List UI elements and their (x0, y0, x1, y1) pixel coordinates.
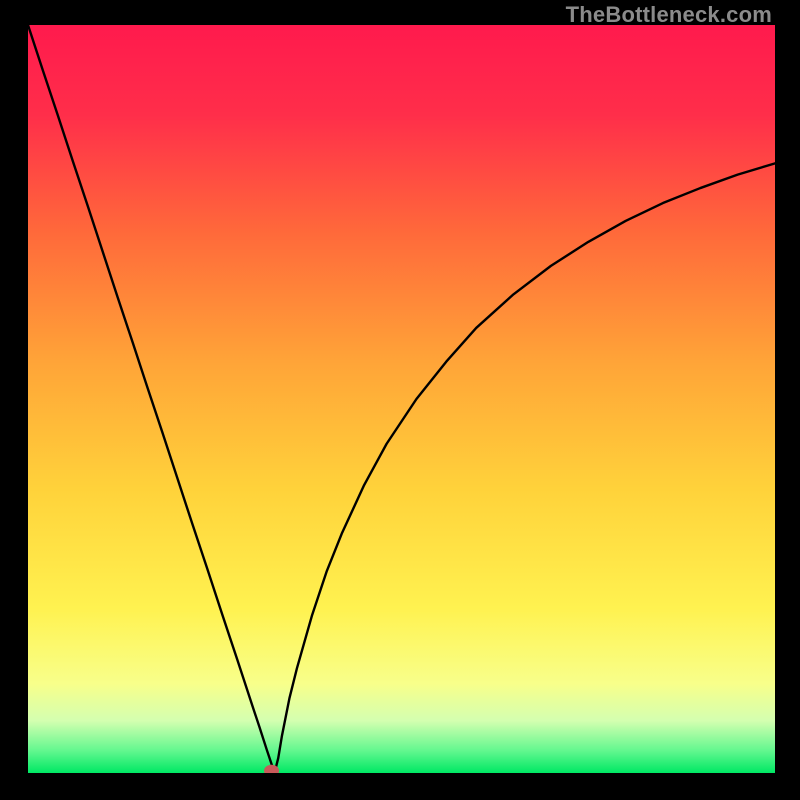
chart-frame: TheBottleneck.com (0, 0, 800, 800)
bottleneck-chart (0, 0, 800, 800)
gradient-background (28, 25, 775, 773)
optimum-marker (264, 765, 279, 777)
attribution-text: TheBottleneck.com (566, 2, 772, 28)
